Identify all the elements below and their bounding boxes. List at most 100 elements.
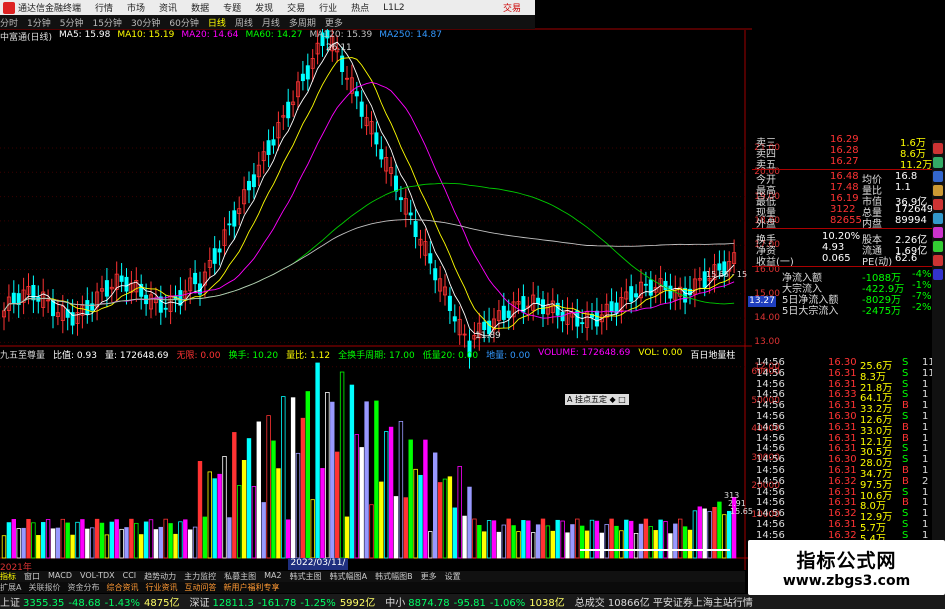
volume-bar [192, 526, 198, 559]
index-quote[interactable]: 中小 8874.78 -95.81 -1.06% 1038亿 [385, 594, 564, 609]
menu-item-shichang[interactable]: 市场 [127, 1, 145, 14]
extension-tab[interactable]: 扩展A [0, 582, 21, 593]
tick-price: 16.31 [828, 486, 857, 498]
volume-bar [50, 528, 56, 559]
extension-tab[interactable]: 资金分布 [67, 582, 99, 593]
volume-bar [330, 401, 335, 559]
volume-bar [535, 524, 541, 559]
menu-trade-right[interactable]: 交易 [503, 1, 521, 14]
menu-item-zhuanti[interactable]: 专题 [223, 1, 241, 14]
index-quote[interactable]: 上证 3355.35 -48.68 -1.43% 4875亿 [0, 594, 179, 609]
menu-item-faxian[interactable]: 发现 [255, 1, 273, 14]
volume-bar [707, 511, 712, 559]
sidebar-icon-3[interactable] [933, 171, 943, 182]
indicator-tab[interactable]: 更多 [421, 571, 437, 582]
tick-time: 14:56 [756, 519, 785, 530]
tick-price: 16.30 [828, 411, 857, 422]
period-tab-3[interactable]: 15分钟 [92, 16, 121, 29]
sidebar-icon-1[interactable] [933, 143, 943, 154]
volume-bar [281, 396, 286, 559]
tick-time: 14:56 [756, 486, 785, 498]
indicator-tab[interactable]: 设置 [445, 571, 461, 582]
extension-tab[interactable]: 综合资讯 [106, 582, 138, 593]
field-value: 4.93 [822, 242, 845, 253]
sidebar-icon-2[interactable] [933, 157, 943, 168]
volume-bar [663, 521, 668, 559]
period-tab-1[interactable]: 1分钟 [27, 16, 51, 29]
tick-count: 1 [922, 497, 929, 509]
menu-item-hangqing[interactable]: 行情 [95, 1, 113, 14]
indicator-tab[interactable]: 私募主图 [224, 571, 256, 582]
period-tab-10[interactable]: 更多 [325, 16, 343, 29]
candle-body [85, 300, 90, 315]
kline-chart[interactable] [0, 0, 752, 570]
tick-price: 16.31 [828, 400, 857, 412]
volume-bar [643, 518, 649, 559]
period-tab-5[interactable]: 60分钟 [169, 16, 198, 29]
ask-price: 16.29 [830, 134, 859, 145]
index-quote[interactable]: 深证 12811.3 -161.78 -1.25% 5992亿 [189, 594, 375, 609]
volume-bar [388, 426, 394, 559]
tick-price: 16.31 [828, 378, 857, 390]
volume-bar [109, 521, 114, 559]
sidebar-icon-9[interactable] [933, 255, 943, 266]
selected-date-box: 2022/03/11/五 [288, 558, 348, 581]
indicator-tab[interactable]: 指标 [0, 571, 16, 582]
indicator-tab[interactable]: CCI [123, 571, 137, 582]
sidebar-icon-10[interactable] [933, 269, 943, 280]
extension-tab[interactable]: 关联报价 [28, 582, 60, 593]
indicator-tab[interactable]: VOL-TDX [80, 571, 115, 582]
volume-bar [70, 534, 75, 559]
volume-bar [85, 528, 90, 559]
sidebar-icon-6[interactable] [933, 213, 943, 224]
volume-bar [134, 522, 139, 559]
sidebar-icon-8[interactable] [933, 241, 943, 252]
indicator-tab[interactable]: 主力监控 [184, 571, 216, 582]
candle-body [541, 299, 546, 315]
menu-item-shuju[interactable]: 数据 [191, 1, 209, 14]
menu-item-l1l2[interactable]: L1L2 [383, 3, 404, 13]
menu-item-zixun[interactable]: 资讯 [159, 1, 177, 14]
tick-time: 14:56 [756, 421, 785, 433]
menu-item-redian[interactable]: 热点 [351, 1, 369, 14]
indicator-tab[interactable]: 韩式主图 [290, 571, 322, 582]
period-tab-2[interactable]: 5分钟 [60, 16, 84, 29]
indicator-tab[interactable]: MACD [48, 571, 72, 582]
sidebar-icon-5[interactable] [933, 199, 943, 210]
sidebar-icon-4[interactable] [933, 185, 943, 196]
sidebar-icon-7[interactable] [933, 227, 943, 238]
volume-bar [212, 478, 217, 559]
tick-time: 14:56 [756, 443, 785, 455]
volume-bar [580, 525, 585, 559]
volume-bar [575, 518, 580, 559]
indicator-tab[interactable]: 窗口 [24, 571, 40, 582]
candle-body [536, 297, 541, 304]
extension-tab[interactable]: 新用户福利专享 [223, 582, 279, 593]
period-tab-4[interactable]: 30分钟 [131, 16, 160, 29]
vol-annotation-right: 15.65 [730, 507, 753, 516]
volume-header-item: VOLUME: 172648.69 [538, 348, 631, 358]
tick-time: 14:56 [756, 367, 785, 379]
candle-body [271, 139, 276, 146]
menu-item-jiaoyi[interactable]: 交易 [287, 1, 305, 14]
volume-bar [178, 521, 183, 559]
menu-item-hangye[interactable]: 行业 [319, 1, 337, 14]
tick-count: 1 [922, 389, 929, 401]
period-tab-6[interactable]: 日线 [208, 16, 226, 29]
period-tab-0[interactable]: 分时 [0, 16, 18, 29]
extension-tab[interactable]: 行业资讯 [145, 582, 177, 593]
extension-tab[interactable]: 互动问答 [184, 582, 216, 593]
indicator-tab[interactable]: MA2 [264, 571, 281, 582]
field-value: 16.48 [830, 171, 859, 182]
candle-body [643, 283, 648, 286]
candle-body [90, 303, 95, 311]
period-tab-9[interactable]: 多周期 [289, 16, 316, 29]
indicator-tab[interactable]: 韩式幅图B [375, 571, 413, 582]
indicator-tab[interactable]: 韩式幅图A [330, 571, 367, 582]
period-tab-8[interactable]: 月线 [262, 16, 280, 29]
period-tab-7[interactable]: 周线 [235, 16, 253, 29]
indicator-tooltip[interactable]: A 挂点五定 ◆ □ [565, 394, 629, 405]
indicator-tab[interactable]: 趋势动力 [144, 571, 176, 582]
volume-bar [236, 485, 242, 559]
volume-bar [246, 438, 252, 559]
